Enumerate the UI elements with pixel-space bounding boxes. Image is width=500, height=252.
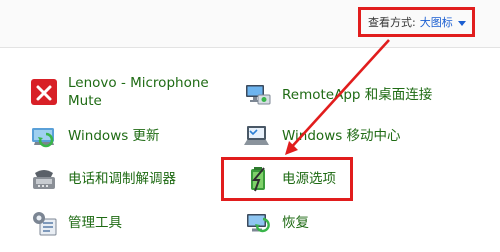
- item-label: 电话和调制解调器: [68, 171, 176, 187]
- lenovo-microphone-mute-icon: [30, 78, 58, 106]
- item-label-line1: Lenovo - Microphone: [68, 75, 209, 91]
- power-options-highlight: [221, 157, 353, 201]
- chevron-down-icon[interactable]: [457, 20, 466, 26]
- item-label: 管理工具: [68, 215, 122, 231]
- mobility-center-icon: [244, 122, 272, 150]
- item-lenovo-microphone-mute[interactable]: Lenovo - Microphone Mute: [30, 74, 209, 110]
- item-windows-update[interactable]: Windows 更新: [30, 122, 160, 150]
- view-mode-selector[interactable]: 查看方式: 大图标: [358, 7, 475, 37]
- admin-tools-icon: [30, 209, 58, 237]
- windows-update-icon: [30, 122, 58, 150]
- view-mode-value[interactable]: 大图标: [420, 14, 453, 30]
- view-mode-label: 查看方式:: [368, 16, 416, 29]
- item-recovery[interactable]: 恢复: [244, 209, 309, 237]
- remoteapp-icon: [244, 81, 272, 109]
- recovery-icon: [244, 209, 272, 237]
- top-bar: 查看方式: 大图标: [0, 0, 500, 48]
- item-label: 恢复: [282, 215, 309, 231]
- item-remoteapp[interactable]: RemoteApp 和桌面连接: [244, 81, 432, 109]
- item-admin-tools[interactable]: 管理工具: [30, 209, 122, 237]
- item-label: Windows 移动中心: [282, 128, 401, 144]
- item-phone-modem[interactable]: 电话和调制解调器: [30, 165, 176, 193]
- item-label: Windows 更新: [68, 128, 160, 144]
- phone-modem-icon: [30, 165, 58, 193]
- item-mobility-center[interactable]: Windows 移动中心: [244, 122, 401, 150]
- item-label-line2: Mute: [68, 93, 102, 109]
- item-label: RemoteApp 和桌面连接: [282, 87, 433, 103]
